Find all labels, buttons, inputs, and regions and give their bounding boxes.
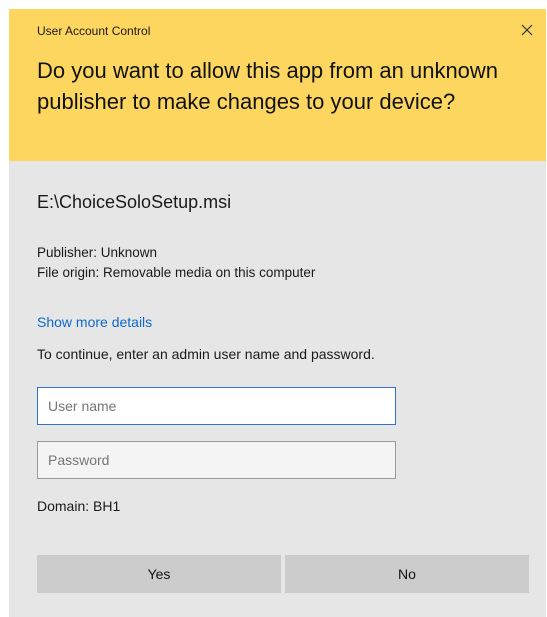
no-button[interactable]: No xyxy=(285,555,529,593)
window-title: User Account Control xyxy=(37,24,151,38)
yes-button[interactable]: Yes xyxy=(37,555,281,593)
password-input[interactable] xyxy=(37,441,396,479)
prompt-question: Do you want to allow this app from an un… xyxy=(37,58,499,114)
uac-dialog: User Account Control Do you want to allo… xyxy=(9,9,546,617)
publisher-info: Publisher: Unknown xyxy=(37,245,158,260)
close-icon xyxy=(521,24,533,36)
close-button[interactable] xyxy=(516,19,538,41)
show-more-details-link[interactable]: Show more details xyxy=(37,313,152,331)
file-path: E:\ChoiceSoloSetup.msi xyxy=(37,192,232,212)
username-input[interactable] xyxy=(37,387,396,425)
credentials-instruction: To continue, enter an admin user name an… xyxy=(37,346,375,362)
file-origin-info: File origin: Removable media on this com… xyxy=(37,265,316,280)
domain-label: Domain: BH1 xyxy=(37,498,121,514)
dialog-header: User Account Control Do you want to allo… xyxy=(9,9,546,161)
